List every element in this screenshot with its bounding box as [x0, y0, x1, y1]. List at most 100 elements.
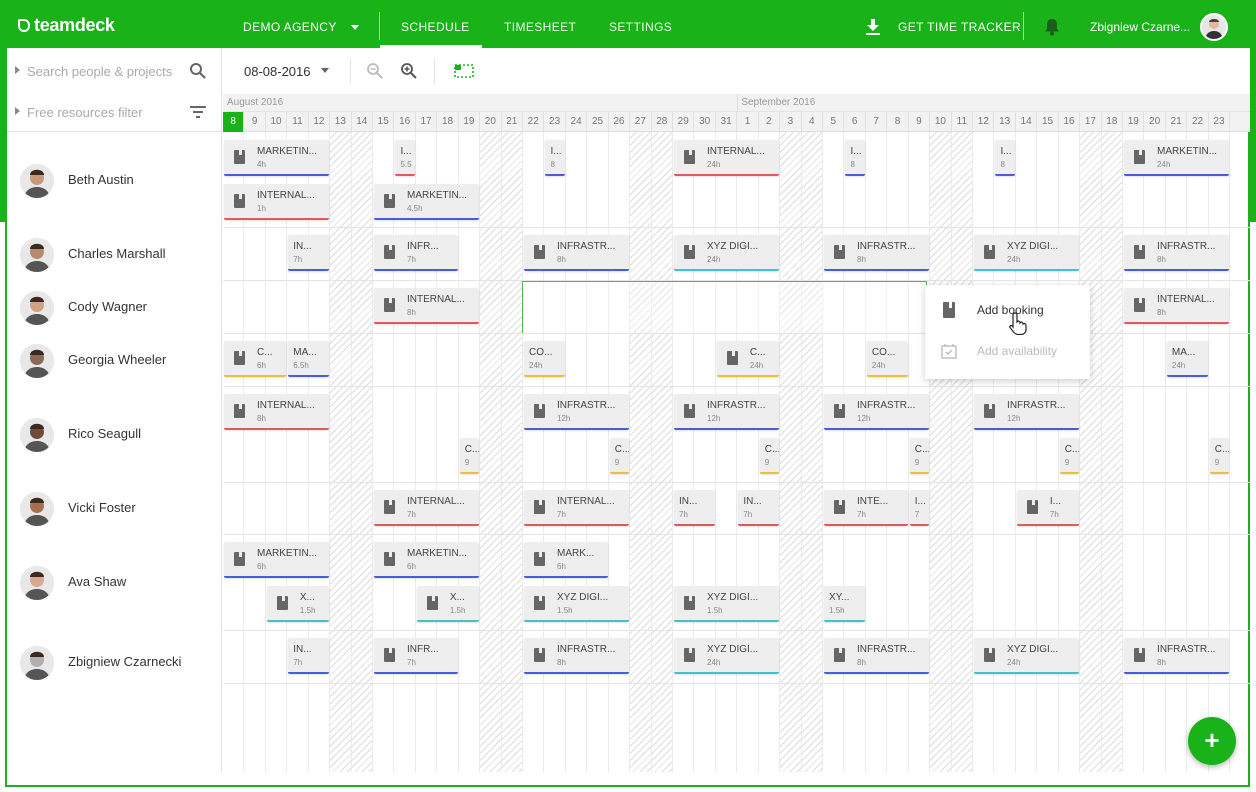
- add-fab-button[interactable]: +: [1188, 717, 1236, 765]
- day-label[interactable]: 2: [759, 112, 781, 132]
- selection-mode-icon[interactable]: [453, 62, 475, 80]
- weekend-column[interactable]: [1101, 132, 1124, 772]
- expand-arrow-icon[interactable]: [15, 107, 20, 115]
- free-resources-filter[interactable]: Free resources filter: [27, 105, 143, 120]
- day-label[interactable]: 1: [737, 112, 759, 132]
- weekend-column[interactable]: [480, 132, 502, 772]
- booking-card[interactable]: I... 8: [995, 140, 1015, 176]
- day-column[interactable]: [394, 132, 416, 772]
- day-label[interactable]: 8: [887, 112, 909, 132]
- day-column[interactable]: [844, 132, 866, 772]
- day-label[interactable]: 23: [544, 112, 566, 132]
- booking-card[interactable]: MARK... 6h: [524, 542, 608, 578]
- day-label[interactable]: 10: [930, 112, 952, 132]
- user-avatar[interactable]: [1200, 13, 1228, 41]
- agency-selector[interactable]: DEMO AGENCY: [243, 20, 337, 34]
- selection-rectangle[interactable]: [522, 281, 927, 334]
- booking-card[interactable]: CO... 24h: [524, 341, 565, 377]
- zoom-in-icon[interactable]: [400, 62, 418, 80]
- day-label[interactable]: 27: [630, 112, 652, 132]
- day-column[interactable]: [994, 132, 1016, 772]
- day-label[interactable]: 4: [802, 112, 824, 132]
- expand-arrow-icon[interactable]: [15, 66, 20, 74]
- day-label[interactable]: 30: [694, 112, 716, 132]
- day-label[interactable]: 26: [609, 112, 631, 132]
- booking-card[interactable]: INFRASTR... 12h: [824, 394, 930, 430]
- weekend-column[interactable]: [330, 132, 352, 772]
- app-logo[interactable]: teamdeck: [18, 15, 115, 36]
- user-name[interactable]: Zbigniew Czarne...: [1090, 20, 1190, 34]
- booking-card[interactable]: I... 5.5: [395, 140, 415, 176]
- booking-card[interactable]: INFRASTR... 8h: [824, 235, 930, 271]
- day-column[interactable]: [523, 132, 545, 772]
- day-label[interactable]: 23: [1209, 112, 1231, 132]
- day-label[interactable]: 6: [844, 112, 866, 132]
- booking-card[interactable]: I... 7h: [1016, 490, 1080, 526]
- booking-card[interactable]: IN... 7h: [288, 235, 330, 271]
- day-label[interactable]: 20: [480, 112, 502, 132]
- weekend-column[interactable]: [1080, 132, 1102, 772]
- weekend-column[interactable]: [351, 132, 373, 772]
- search-icon[interactable]: [189, 62, 207, 80]
- booking-card[interactable]: IN... 7h: [674, 490, 715, 526]
- booking-card[interactable]: X... 1.5h: [266, 586, 330, 622]
- booking-card[interactable]: INFRASTR... 8h: [524, 235, 630, 271]
- day-column[interactable]: [266, 132, 288, 772]
- date-selector[interactable]: 08-08-2016: [244, 64, 311, 79]
- booking-card[interactable]: INTERNAL... 8h: [1124, 288, 1230, 324]
- booking-card[interactable]: INTERNAL... 24h: [674, 140, 780, 176]
- weekend-column[interactable]: [951, 132, 974, 772]
- day-column[interactable]: [566, 132, 588, 772]
- caret-down-icon[interactable]: [321, 68, 329, 73]
- booking-card[interactable]: I... 7: [909, 490, 930, 526]
- day-label[interactable]: 10: [266, 112, 288, 132]
- booking-card[interactable]: XYZ DIGI... 1.5h: [524, 586, 630, 622]
- booking-card[interactable]: INFRASTR... 12h: [974, 394, 1080, 430]
- add-availability-menu-item[interactable]: Add availability: [925, 331, 1090, 371]
- day-label[interactable]: 16: [394, 112, 416, 132]
- day-label[interactable]: 14: [1016, 112, 1038, 132]
- get-time-tracker-link[interactable]: GET TIME TRACKER: [898, 20, 1021, 34]
- day-label[interactable]: 5: [823, 112, 845, 132]
- day-column[interactable]: [287, 132, 309, 772]
- day-label[interactable]: 13: [330, 112, 352, 132]
- booking-card[interactable]: C... 9: [609, 438, 630, 474]
- booking-card[interactable]: INFR... 7h: [374, 638, 458, 674]
- day-label[interactable]: 20: [1144, 112, 1166, 132]
- booking-card[interactable]: MARKETIN... 4h: [224, 140, 330, 176]
- day-label[interactable]: 8: [223, 112, 245, 132]
- day-column[interactable]: [1123, 132, 1145, 772]
- day-label[interactable]: 29: [673, 112, 695, 132]
- day-label[interactable]: 13: [994, 112, 1016, 132]
- booking-card[interactable]: XYZ DIGI... 24h: [974, 235, 1080, 271]
- bell-icon[interactable]: [1044, 18, 1060, 36]
- booking-card[interactable]: INTE... 7h: [824, 490, 908, 526]
- day-column[interactable]: [1187, 132, 1209, 772]
- day-label[interactable]: 17: [1080, 112, 1102, 132]
- booking-card[interactable]: XYZ DIGI... 24h: [674, 638, 780, 674]
- day-label[interactable]: 19: [459, 112, 481, 132]
- booking-card[interactable]: XYZ DIGI... 24h: [974, 638, 1080, 674]
- booking-card[interactable]: CO... 24h: [866, 341, 908, 377]
- booking-card[interactable]: C... 9: [1209, 438, 1230, 474]
- booking-card[interactable]: C... 6h: [224, 341, 287, 377]
- day-column[interactable]: [437, 132, 459, 772]
- booking-card[interactable]: MARKETIN... 6h: [224, 542, 330, 578]
- tab-settings[interactable]: SETTINGS: [609, 20, 672, 34]
- day-column[interactable]: [716, 132, 738, 772]
- booking-card[interactable]: INFRASTR... 12h: [674, 394, 780, 430]
- day-column[interactable]: [223, 132, 245, 772]
- caret-down-icon[interactable]: [351, 25, 359, 30]
- booking-card[interactable]: C... 9: [759, 438, 780, 474]
- booking-card[interactable]: INTERNAL... 8h: [224, 394, 330, 430]
- tab-schedule[interactable]: SCHEDULE: [401, 20, 470, 34]
- day-column[interactable]: [309, 132, 331, 772]
- booking-card[interactable]: C... 24h: [716, 341, 780, 377]
- booking-card[interactable]: MARKETIN... 6h: [374, 542, 480, 578]
- weekend-column[interactable]: [780, 132, 802, 772]
- booking-card[interactable]: INFRASTR... 8h: [1124, 235, 1230, 271]
- booking-card[interactable]: INFRASTR... 8h: [824, 638, 930, 674]
- booking-card[interactable]: MA... 24h: [1166, 341, 1208, 377]
- day-label[interactable]: 24: [566, 112, 588, 132]
- booking-card[interactable]: XY... 1.5h: [824, 586, 865, 622]
